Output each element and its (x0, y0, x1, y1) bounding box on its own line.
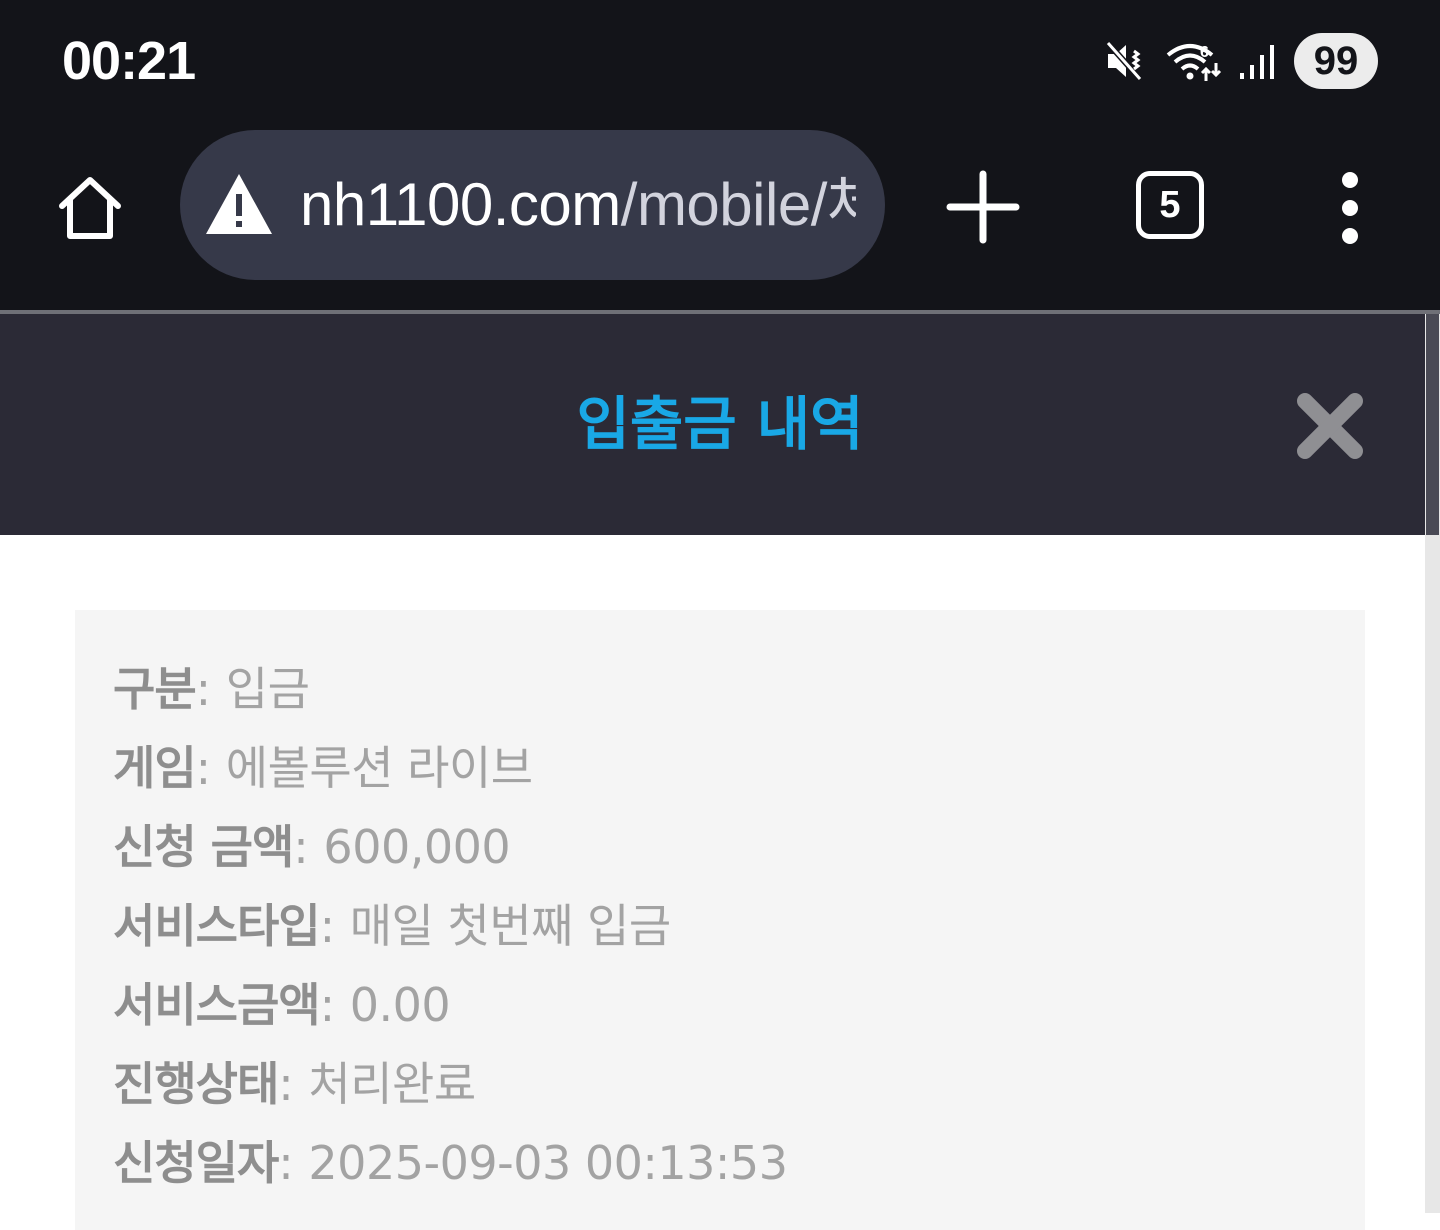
battery-indicator: 99 (1294, 33, 1378, 89)
address-bar[interactable]: nh1100.com/mobile/체 (180, 130, 885, 280)
detail-label: 구분 (113, 662, 197, 716)
url-text[interactable]: nh1100.com/mobile/체 (300, 172, 856, 238)
detail-label: 신청 금액 (113, 820, 294, 874)
scrollbar-thumb[interactable] (1426, 314, 1439, 535)
detail-row-date: 신청일자: 2025-09-03 00:13:53 (113, 1136, 788, 1190)
detail-label: 서비스타입 (113, 899, 321, 953)
signal-icon (1238, 39, 1278, 83)
detail-label: 서비스금액 (113, 978, 321, 1032)
url-host: nh1100.com (300, 172, 621, 238)
detail-value: 에볼루션 라이브 (225, 741, 533, 795)
browser-toolbar: nh1100.com/mobile/체 5 (0, 118, 1440, 310)
more-vert-icon[interactable] (1326, 168, 1374, 248)
status-bar: 00:21 6 99 (0, 0, 1440, 118)
modal-header: 입출금 내역 (0, 314, 1425, 535)
detail-row-type: 구분: 입금 (113, 662, 310, 716)
status-icons: 6 99 (1104, 33, 1378, 89)
scrollbar[interactable] (1425, 314, 1440, 1213)
detail-value: 2025-09-03 00:13:53 (308, 1136, 788, 1190)
detail-value: 매일 첫번째 입금 (349, 899, 671, 953)
tab-switcher-button[interactable]: 5 (1136, 171, 1204, 239)
page-title: 입출금 내역 (576, 390, 864, 458)
home-icon (59, 177, 121, 239)
close-icon[interactable] (1295, 391, 1365, 461)
detail-value: 0.00 (349, 978, 451, 1032)
detail-value: 처리완료 (308, 1057, 476, 1111)
plus-icon[interactable] (944, 168, 1022, 246)
detail-row-status: 진행상태: 처리완료 (113, 1057, 476, 1111)
svg-text:6: 6 (1200, 44, 1209, 61)
detail-row-service-type: 서비스타입: 매일 첫번째 입금 (113, 899, 671, 953)
mute-icon (1104, 39, 1148, 83)
home-button[interactable] (50, 168, 130, 248)
detail-value: 입금 (225, 662, 310, 716)
warning-icon[interactable] (204, 170, 274, 240)
detail-row-amount: 신청 금액: 600,000 (113, 820, 511, 874)
modal-content: 구분: 입금 게임: 에볼루션 라이브 신청 금액: 600,000 서비스타입… (0, 535, 1425, 1230)
url-path: /mobile/체 (620, 172, 856, 238)
detail-value: 600,000 (323, 820, 511, 874)
transaction-detail-card: 구분: 입금 게임: 에볼루션 라이브 신청 금액: 600,000 서비스타입… (75, 610, 1365, 1230)
detail-label: 게임 (113, 741, 197, 795)
detail-label: 신청일자 (113, 1136, 279, 1190)
status-time: 00:21 (62, 31, 196, 91)
detail-label: 진행상태 (113, 1057, 279, 1111)
detail-row-service-amount: 서비스금액: 0.00 (113, 978, 451, 1032)
detail-row-game: 게임: 에볼루션 라이브 (113, 741, 533, 795)
wifi-icon: 6 (1164, 39, 1222, 83)
